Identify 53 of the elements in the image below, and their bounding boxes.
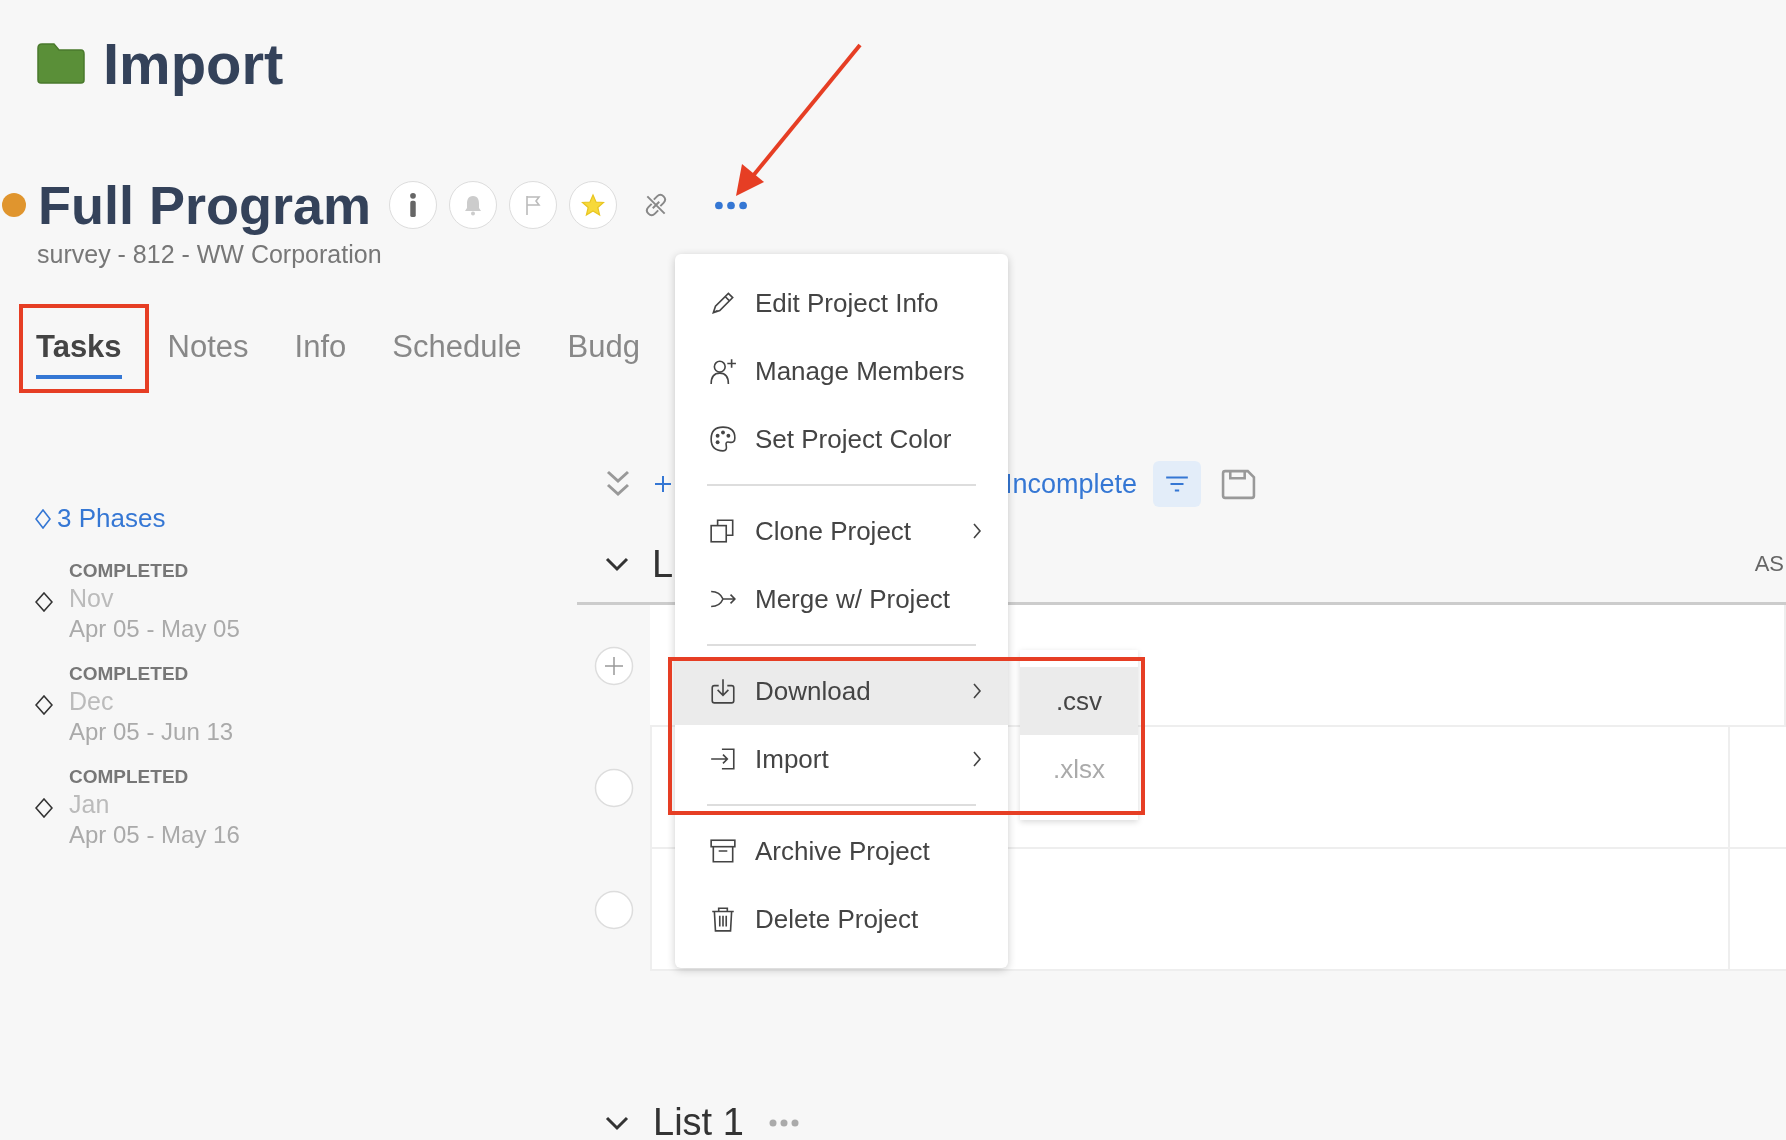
menu-item[interactable]: .csv	[1020, 667, 1138, 735]
phase-status: COMPLETED	[69, 766, 190, 788]
filter-link[interactable]: Incomplete	[1005, 468, 1138, 500]
info-button[interactable]	[389, 181, 438, 229]
task-checkbox[interactable]	[593, 768, 634, 808]
add-icon[interactable]	[653, 474, 673, 494]
menu-item[interactable]: Set Project Color	[675, 405, 1008, 473]
phase-status: COMPLETED	[69, 663, 190, 685]
diamond-icon	[35, 591, 53, 612]
phase-status: COMPLETED	[69, 560, 190, 582]
more-icon[interactable]	[713, 199, 750, 211]
bell-button[interactable]	[449, 181, 498, 229]
download-icon	[709, 677, 737, 705]
phase-dates: Apr 05 - May 16	[69, 821, 240, 849]
phase-dates: Apr 05 - Jun 13	[69, 718, 234, 746]
trash-icon	[709, 905, 737, 933]
menu-item[interactable]: Clone Project	[675, 497, 1008, 565]
collapse-all-icon[interactable]	[605, 469, 631, 499]
list-title: L	[652, 542, 674, 586]
save-icon[interactable]	[1221, 468, 1257, 500]
archive-icon	[709, 837, 737, 865]
menu-item[interactable]: Merge w/ Project	[675, 565, 1008, 633]
diamond-icon	[35, 694, 53, 715]
palette-icon	[709, 425, 737, 453]
menu-item[interactable]: Import	[675, 725, 1008, 793]
folder-icon	[36, 42, 86, 84]
project-subtitle: survey - 812 - WW Corporation	[36, 240, 383, 269]
phases-link[interactable]: 3 Phases	[35, 503, 166, 534]
project-title: Full Program	[38, 174, 372, 236]
list-title: List 1	[653, 1101, 744, 1140]
copy-icon	[709, 517, 737, 545]
filter-icon	[1164, 473, 1191, 495]
flag-button[interactable]	[509, 181, 558, 229]
menu-item[interactable]: Manage Members	[675, 337, 1008, 405]
filter-button[interactable]	[1153, 461, 1202, 507]
person-plus-icon	[709, 357, 737, 385]
page-title: Import	[103, 29, 284, 97]
chevron-down-icon[interactable]	[605, 556, 629, 572]
more-icon[interactable]	[767, 1117, 800, 1128]
info-icon	[410, 193, 417, 217]
menu-item[interactable]: Edit Project Info	[675, 269, 1008, 337]
diamond-icon	[35, 508, 51, 529]
column-header: AS	[1754, 551, 1784, 577]
menu-item[interactable]: Archive Project	[675, 817, 1008, 885]
tab[interactable]: Tasks	[36, 317, 122, 379]
star-button[interactable]	[569, 181, 618, 229]
add-task-icon[interactable]	[593, 646, 634, 686]
diamond-icon	[35, 797, 53, 818]
task-checkbox[interactable]	[593, 890, 634, 930]
pencil-icon	[709, 289, 737, 317]
menu-item[interactable]: Delete Project	[675, 885, 1008, 953]
phase-dates: Apr 05 - May 05	[69, 615, 240, 643]
chevron-down-icon[interactable]	[605, 1114, 629, 1131]
